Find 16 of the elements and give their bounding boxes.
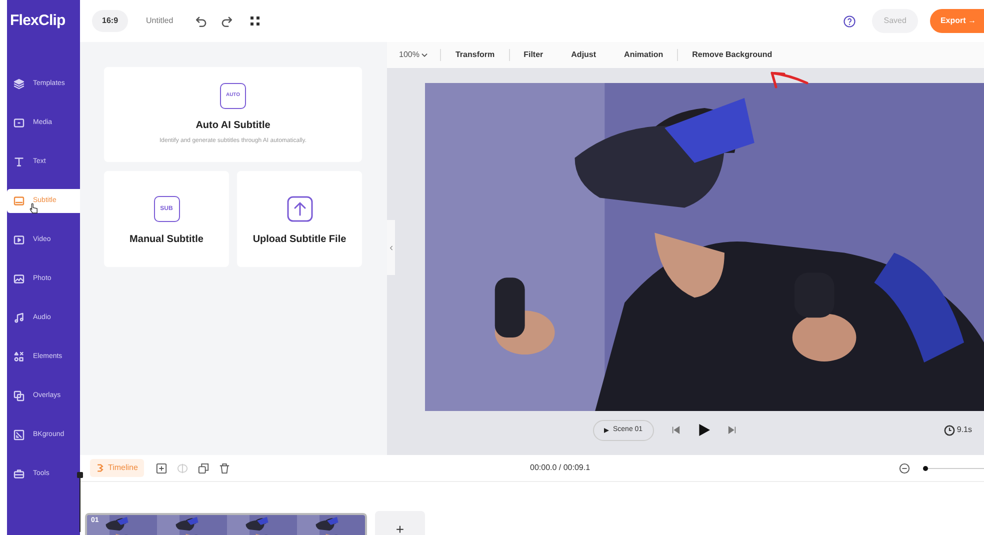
- aspect-ratio-button[interactable]: 16:9: [92, 10, 128, 32]
- toolbar-button[interactable]: Transform: [441, 49, 510, 61]
- zoom-dropdown[interactable]: 100%: [399, 49, 442, 61]
- upload-subtitle-card[interactable]: Upload Subtitle File: [237, 171, 362, 267]
- playback-time: 00:00.0 / 00:09.1: [530, 462, 590, 474]
- duration-text: 9.1s: [956, 424, 972, 436]
- toolbar-button[interactable]: Remove Background: [678, 49, 786, 61]
- card-title: Auto AI Subtitle: [196, 119, 270, 133]
- toolbar-button[interactable]: Adjust: [557, 49, 610, 61]
- card-title: Upload Subtitle File: [252, 233, 346, 247]
- card-title: Manual Subtitle: [130, 233, 204, 247]
- add-scene-button[interactable]: +: [375, 511, 425, 535]
- toolbar-button[interactable]: Animation: [610, 49, 678, 61]
- toolbar-button[interactable]: Filter: [510, 49, 558, 61]
- logo: FlexClip: [10, 10, 66, 31]
- project-title[interactable]: Untitled: [146, 15, 174, 27]
